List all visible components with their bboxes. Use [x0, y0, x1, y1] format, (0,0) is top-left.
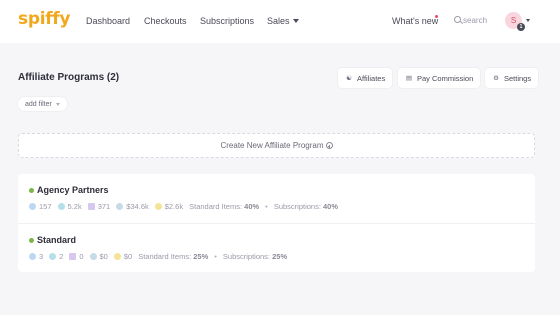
filter-icon [55, 102, 60, 106]
nav-subscriptions[interactable]: Subscriptions [200, 16, 254, 26]
clicks-stat: 2 [49, 252, 63, 261]
rate-label: Standard Items: [138, 252, 192, 261]
separator-dot: • [214, 252, 217, 261]
program-row-agency-partners[interactable]: Agency Partners 157 5.2k 371 $34.6k $2.6… [18, 174, 535, 223]
stat-value: 2 [59, 252, 64, 261]
search-placeholder: search [463, 16, 488, 25]
orders-stat: 0 [69, 252, 84, 261]
create-program-button[interactable]: Create New Affiliate Program [18, 133, 535, 158]
notification-dot [435, 15, 438, 18]
stat-value: $0 [99, 252, 108, 261]
program-name-label: Agency Partners [37, 185, 109, 195]
program-name[interactable]: Standard [29, 235, 76, 245]
user-icon [29, 203, 36, 210]
rate-value: 40% [323, 202, 339, 211]
cart-icon [87, 203, 95, 210]
affiliates-stat: 157 [29, 202, 52, 211]
program-name-label: Standard [37, 235, 77, 245]
coin-icon [113, 253, 121, 260]
stat-value: 5.2k [67, 202, 82, 211]
affiliates-stat: 3 [29, 252, 43, 261]
affiliates-button[interactable]: ☯ Affiliates [338, 68, 393, 88]
chevron-down-icon[interactable] [526, 19, 530, 22]
orders-stat: 371 [87, 202, 111, 211]
user-icon [29, 253, 36, 260]
settings-button-label: Settings [504, 73, 532, 83]
search-input[interactable]: search [448, 11, 494, 30]
gear-icon: ⚙ [493, 75, 499, 82]
rate-value: 25% [193, 252, 209, 261]
rate-label: Standard Items: [189, 202, 243, 211]
nav-checkouts[interactable]: Checkouts [144, 16, 187, 26]
nav-whats-new[interactable]: What's new [392, 16, 438, 26]
affiliates-button-label: Affiliates [357, 73, 386, 83]
separator-dot: • [265, 202, 268, 211]
cart-icon [69, 253, 77, 260]
subscriptions-rate: Subscriptions: 25% [223, 252, 287, 261]
commission-stat: $0 [113, 252, 133, 261]
program-row-standard[interactable]: Standard 3 2 0 $0 $0 Standard Items: 25%… [18, 223, 535, 272]
revenue-stat: $34.6k [116, 202, 149, 211]
program-stats: 157 5.2k 371 $34.6k $2.6k Standard Items… [29, 202, 342, 211]
add-filter-label: add filter [25, 100, 52, 108]
standard-items-rate: Standard Items: 25% [138, 252, 208, 261]
rate-label: Subscriptions: [273, 202, 321, 211]
click-icon [57, 203, 65, 210]
nav-dashboard[interactable]: Dashboard [86, 16, 130, 26]
rate-label: Subscriptions: [222, 252, 271, 261]
rate-value: 25% [272, 252, 288, 261]
status-dot [29, 187, 34, 193]
click-icon [49, 253, 57, 260]
stat-value: 371 [97, 202, 111, 211]
users-icon: ☯ [346, 75, 352, 82]
settings-button[interactable]: ⚙ Settings [485, 68, 539, 88]
search-icon [454, 16, 461, 23]
rate-value: 40% [244, 202, 260, 211]
revenue-icon [116, 203, 124, 210]
stat-value: 0 [79, 252, 84, 261]
stat-value: $0 [123, 252, 133, 261]
avatar-badge: 1 [517, 23, 525, 31]
app-logo[interactable]: spiffy [18, 9, 71, 29]
stat-value: 157 [39, 202, 52, 211]
create-program-label: Create New Affiliate Program [220, 141, 324, 150]
top-navbar: spiffy Dashboard Checkouts Subscriptions… [0, 0, 560, 43]
program-stats: 3 2 0 $0 $0 Standard Items: 25% • Subscr… [29, 252, 291, 261]
money-icon: ▤ [405, 75, 413, 82]
chevron-down-icon [292, 19, 299, 23]
stat-value: 3 [39, 252, 44, 261]
status-dot [29, 237, 34, 243]
page-title: Affiliate Programs (2) [18, 72, 120, 83]
subscriptions-rate: Subscriptions: 40% [274, 202, 338, 211]
revenue-icon [89, 253, 97, 260]
revenue-stat: $0 [89, 252, 108, 261]
program-name[interactable]: Agency Partners [29, 185, 109, 195]
coin-icon [154, 203, 162, 210]
clicks-stat: 5.2k [57, 202, 82, 211]
program-list: Agency Partners 157 5.2k 371 $34.6k $2.6… [18, 174, 535, 272]
nav-sales-dropdown[interactable]: Sales [267, 16, 299, 26]
stat-value: $2.6k [164, 202, 184, 211]
plus-circle-icon [325, 142, 333, 149]
commission-stat: $2.6k [154, 202, 184, 211]
stat-value: $34.6k [126, 202, 149, 211]
pay-commission-button-label: Pay Commission [417, 73, 474, 83]
standard-items-rate: Standard Items: 40% [189, 202, 259, 211]
add-filter-button[interactable]: add filter [18, 97, 67, 111]
pay-commission-button[interactable]: ▤ Pay Commission [398, 68, 481, 88]
nav-sales-label: Sales [267, 16, 290, 26]
